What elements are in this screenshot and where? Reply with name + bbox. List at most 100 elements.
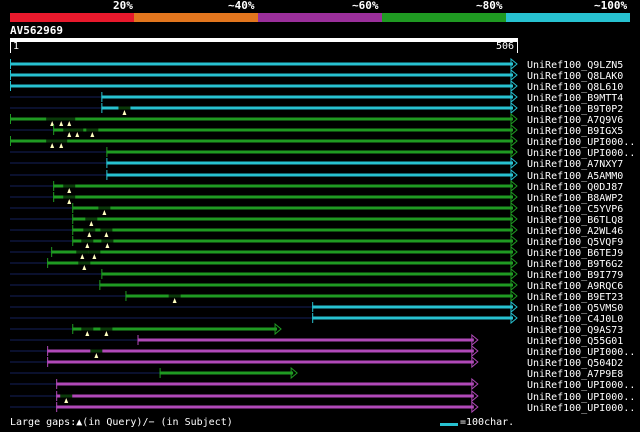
hit-row[interactable]: UniRef100_B9MTT4 xyxy=(10,90,623,104)
hit-label[interactable]: UniRef100_Q8L610 xyxy=(527,82,623,93)
hit-label[interactable]: UniRef100_C4J0L0 xyxy=(527,314,623,325)
hit-bar[interactable] xyxy=(53,195,514,199)
hit-row[interactable]: UniRef100_UPI000.. xyxy=(10,344,635,358)
hit-bar[interactable] xyxy=(72,206,513,210)
hit-bar[interactable] xyxy=(10,62,513,66)
hit-bar[interactable] xyxy=(106,173,514,177)
hit-bar[interactable] xyxy=(56,405,474,409)
hit-row[interactable]: UniRef100_Q8L610 xyxy=(10,79,623,93)
hit-bar[interactable] xyxy=(101,106,513,110)
hit-label[interactable]: UniRef100_C5YVP6 xyxy=(527,204,623,215)
hit-bar[interactable] xyxy=(53,184,514,188)
hit-bar[interactable] xyxy=(10,73,513,77)
hit-label[interactable]: UniRef100_A9RQC6 xyxy=(527,281,623,292)
hit-row[interactable]: UniRef100_A9RQC6 xyxy=(10,278,623,292)
hit-row[interactable]: UniRef100_B6TLQ8 xyxy=(10,212,623,226)
hit-row[interactable]: UniRef100_A7P9E8 xyxy=(10,366,623,380)
hit-row[interactable]: UniRef100_C4J0L0 xyxy=(10,311,623,325)
hit-label[interactable]: UniRef100_B9I779 xyxy=(527,270,623,281)
hit-row[interactable]: UniRef100_Q9LZN5 xyxy=(10,57,623,71)
hit-bar[interactable] xyxy=(312,305,513,309)
hit-label[interactable]: UniRef100_B9MTT4 xyxy=(527,93,623,104)
hit-label[interactable]: UniRef100_B9ET23 xyxy=(527,292,623,303)
hit-bar[interactable] xyxy=(72,228,513,232)
hit-label[interactable]: UniRef100_Q9AS73 xyxy=(527,325,623,336)
hit-label[interactable]: UniRef100_UPI000.. xyxy=(527,403,635,414)
hit-bar[interactable] xyxy=(101,95,513,99)
hit-label[interactable]: UniRef100_UPI000.. xyxy=(527,137,635,148)
hit-row[interactable]: UniRef100_A2WL46 xyxy=(10,223,623,237)
hit-start-tick xyxy=(10,59,11,69)
hit-bar[interactable] xyxy=(51,250,513,254)
hit-label[interactable]: UniRef100_A7NXY7 xyxy=(527,159,623,170)
hit-label[interactable]: UniRef100_UPI000.. xyxy=(527,392,635,403)
hit-bar[interactable] xyxy=(47,261,513,265)
hit-bar[interactable] xyxy=(125,294,513,298)
hit-label[interactable]: UniRef100_A5AMM0 xyxy=(527,171,623,182)
hit-row[interactable]: UniRef100_Q8LAK0 xyxy=(10,68,623,82)
hit-bar[interactable] xyxy=(312,316,513,320)
hit-label[interactable]: UniRef100_Q8LAK0 xyxy=(527,71,623,82)
hit-row[interactable]: UniRef100_A7NXY7 xyxy=(10,156,623,170)
query-gap-icon xyxy=(105,243,110,248)
hit-bar[interactable] xyxy=(56,394,474,398)
hit-bar[interactable] xyxy=(56,382,474,386)
hit-label[interactable]: UniRef100_Q0DJ87 xyxy=(527,182,623,193)
hit-label[interactable]: UniRef100_Q55G01 xyxy=(527,336,623,347)
hit-row[interactable]: UniRef100_A7Q9V6 xyxy=(10,112,623,126)
hit-row[interactable]: UniRef100_B9T6G2 xyxy=(10,256,623,270)
hit-label[interactable]: UniRef100_Q9LZN5 xyxy=(527,60,623,71)
hit-bar[interactable] xyxy=(10,84,513,88)
hit-label[interactable]: UniRef100_B8AWP2 xyxy=(527,193,623,204)
hit-bar[interactable] xyxy=(10,139,513,143)
hit-row[interactable]: UniRef100_Q55G01 xyxy=(10,333,623,347)
hit-label[interactable]: UniRef100_A7P9E8 xyxy=(527,369,623,380)
hit-label[interactable]: UniRef100_B9T0P2 xyxy=(527,104,623,115)
hit-bar[interactable] xyxy=(53,128,514,132)
hit-label[interactable]: UniRef100_B6TEJ9 xyxy=(527,248,623,259)
hit-start-tick xyxy=(99,280,101,290)
hit-row[interactable]: UniRef100_A5AMM0 xyxy=(10,168,623,182)
hit-bar[interactable] xyxy=(159,371,294,375)
hit-row[interactable]: UniRef100_B9ET23 xyxy=(10,289,623,303)
hit-row[interactable]: UniRef100_Q9AS73 xyxy=(10,322,623,336)
hit-row[interactable]: UniRef100_B6TEJ9 xyxy=(10,245,623,259)
hit-label[interactable]: UniRef100_Q5VQF9 xyxy=(527,237,623,248)
hit-bar[interactable] xyxy=(99,283,513,287)
hit-row[interactable]: UniRef100_Q0DJ87 xyxy=(10,179,623,193)
hit-bar[interactable] xyxy=(47,349,474,353)
query-gap-icon xyxy=(75,132,80,137)
hit-row[interactable]: UniRef100_C5YVP6 xyxy=(10,201,623,215)
hit-bar[interactable] xyxy=(72,217,513,221)
hit-row[interactable]: UniRef100_UPI000.. xyxy=(10,134,635,148)
hit-bar[interactable] xyxy=(101,272,513,276)
hit-bar[interactable] xyxy=(47,360,474,364)
hit-row[interactable]: UniRef100_B8AWP2 xyxy=(10,190,623,204)
query-gap-icon xyxy=(59,143,64,148)
hit-row[interactable]: UniRef100_Q5VMS0 xyxy=(10,300,623,314)
hit-label[interactable]: UniRef100_Q504D2 xyxy=(527,358,623,369)
hit-label[interactable]: UniRef100_UPI000.. xyxy=(527,380,635,391)
hit-row[interactable]: UniRef100_UPI000.. xyxy=(10,389,635,403)
hit-row[interactable]: UniRef100_UPI000.. xyxy=(10,377,635,391)
hit-label[interactable]: UniRef100_UPI000.. xyxy=(527,148,635,159)
hit-bar[interactable] xyxy=(10,117,513,121)
hit-row[interactable]: UniRef100_B9T0P2 xyxy=(10,101,623,115)
hit-label[interactable]: UniRef100_B6TLQ8 xyxy=(527,215,623,226)
hit-row[interactable]: UniRef100_UPI000.. xyxy=(10,400,635,414)
hit-label[interactable]: UniRef100_A7Q9V6 xyxy=(527,115,623,126)
hit-row[interactable]: UniRef100_B9I779 xyxy=(10,267,623,281)
hit-row[interactable]: UniRef100_Q5VQF9 xyxy=(10,234,623,248)
hit-label[interactable]: UniRef100_A2WL46 xyxy=(527,226,623,237)
hit-row[interactable]: UniRef100_B9IGX5 xyxy=(10,123,623,137)
hit-bar[interactable] xyxy=(106,161,514,165)
hit-label[interactable]: UniRef100_Q5VMS0 xyxy=(527,303,623,314)
hit-label[interactable]: UniRef100_B9T6G2 xyxy=(527,259,623,270)
hit-row[interactable]: UniRef100_UPI000.. xyxy=(10,145,635,159)
hit-bar[interactable] xyxy=(72,239,513,243)
hit-bar[interactable] xyxy=(137,338,474,342)
hit-bar[interactable] xyxy=(106,150,514,154)
hit-row[interactable]: UniRef100_Q504D2 xyxy=(10,355,623,369)
hit-label[interactable]: UniRef100_B9IGX5 xyxy=(527,126,623,137)
hit-label[interactable]: UniRef100_UPI000.. xyxy=(527,347,635,358)
